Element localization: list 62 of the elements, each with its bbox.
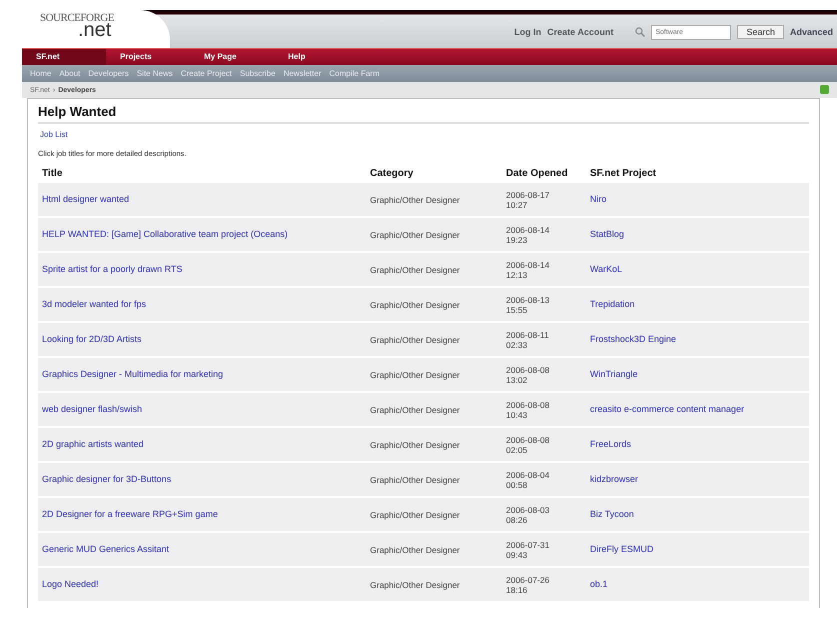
nav-tab[interactable]: My Page: [190, 49, 274, 65]
date-cell: 2006-08-03 08:26: [506, 504, 550, 524]
job-title-link[interactable]: Sprite artist for a poorly drawn RTS: [42, 264, 182, 274]
account-link[interactable]: Log In: [514, 27, 542, 37]
date-cell: 2006-08-17 10:27: [506, 190, 550, 210]
category-cell: Graphic/Other Designer: [370, 264, 460, 274]
project-link[interactable]: WarKoL: [590, 264, 622, 274]
category-cell: Graphic/Other Designer: [370, 370, 460, 380]
project-link[interactable]: FreeLords: [590, 439, 632, 449]
date-cell: 2006-08-04 00:58: [506, 470, 550, 490]
category-cell: Graphic/Other Designer: [370, 510, 460, 520]
logo[interactable]: SOURCEFORGE .net: [22, 10, 170, 48]
date-cell: 2006-07-31 09:43: [506, 540, 550, 560]
job-title-link[interactable]: Graphics Designer - Multimedia for marketing: [42, 369, 224, 379]
account-link[interactable]: Create Account: [547, 27, 614, 37]
date-cell: 2006-08-13 15:55: [506, 294, 550, 314]
category-cell: Graphic/Other Designer: [370, 474, 460, 484]
project-link[interactable]: Frostshock3D Engine: [590, 334, 676, 344]
nav-tab[interactable]: SF.net: [22, 49, 106, 65]
column-header: Category: [369, 168, 414, 181]
category-cell: Graphic/Other Designer: [370, 404, 460, 414]
category-cell: Graphic/Other Designer: [370, 544, 460, 554]
advanced-link[interactable]: Advanced: [790, 27, 833, 37]
project-link[interactable]: WinTriangle: [590, 369, 638, 379]
job-title-link[interactable]: Logo Needed!: [42, 579, 99, 589]
job-title-link[interactable]: Graphic designer for 3D-Buttons: [42, 474, 172, 484]
page-title: Help Wanted: [38, 104, 809, 124]
job-title-link[interactable]: Html designer wanted: [42, 194, 130, 204]
date-cell: 2006-08-14 12:13: [506, 260, 550, 280]
project-link[interactable]: ob.1: [590, 579, 608, 589]
category-cell: Graphic/Other Designer: [370, 300, 460, 310]
category-cell: Graphic/Other Designer: [370, 580, 460, 590]
nav-tab[interactable]: Projects: [106, 49, 190, 65]
project-link[interactable]: Niro: [590, 194, 607, 204]
column-header: SF.net Project: [589, 168, 658, 181]
category-cell: Graphic/Other Designer: [370, 194, 460, 204]
nav-tab[interactable]: Help: [274, 49, 358, 65]
project-link[interactable]: DireFly ESMUD: [590, 544, 654, 554]
column-header: Date Opened: [505, 168, 569, 181]
date-cell: 2006-08-08 10:43: [506, 400, 550, 420]
date-cell: 2006-08-08 13:02: [506, 364, 550, 384]
job-title-link[interactable]: web designer flash/swish: [42, 404, 142, 414]
column-header: Title: [41, 168, 64, 181]
job-title-link[interactable]: Generic MUD Generics Assitant: [42, 544, 170, 554]
job-title-link[interactable]: 2D graphic artists wanted: [42, 439, 144, 449]
job-title-link[interactable]: 2D Designer for a freeware RPG+Sim game: [42, 509, 218, 519]
date-cell: 2006-08-11 02:33: [506, 330, 549, 350]
project-link[interactable]: Trepidation: [590, 299, 635, 309]
job-list-link[interactable]: Job List: [40, 130, 68, 139]
category-cell: Graphic/Other Designer: [370, 334, 460, 344]
category-cell: Graphic/Other Designer: [370, 230, 460, 240]
project-link[interactable]: Biz Tycoon: [590, 509, 634, 519]
date-cell: 2006-08-14 19:23: [506, 224, 550, 244]
search-button[interactable]: Search: [737, 25, 784, 39]
date-cell: 2006-08-08 02:05: [506, 434, 550, 454]
job-title-link[interactable]: 3d modeler wanted for fps: [42, 299, 146, 309]
search-icon: [635, 27, 646, 37]
job-title-link[interactable]: Looking for 2D/3D Artists: [42, 334, 142, 344]
category-cell: Graphic/Other Designer: [370, 440, 460, 450]
project-link[interactable]: StatBlog: [590, 229, 624, 239]
project-link[interactable]: kidzbrowser: [590, 474, 638, 484]
date-cell: 2006-07-26 18:16: [506, 574, 550, 594]
